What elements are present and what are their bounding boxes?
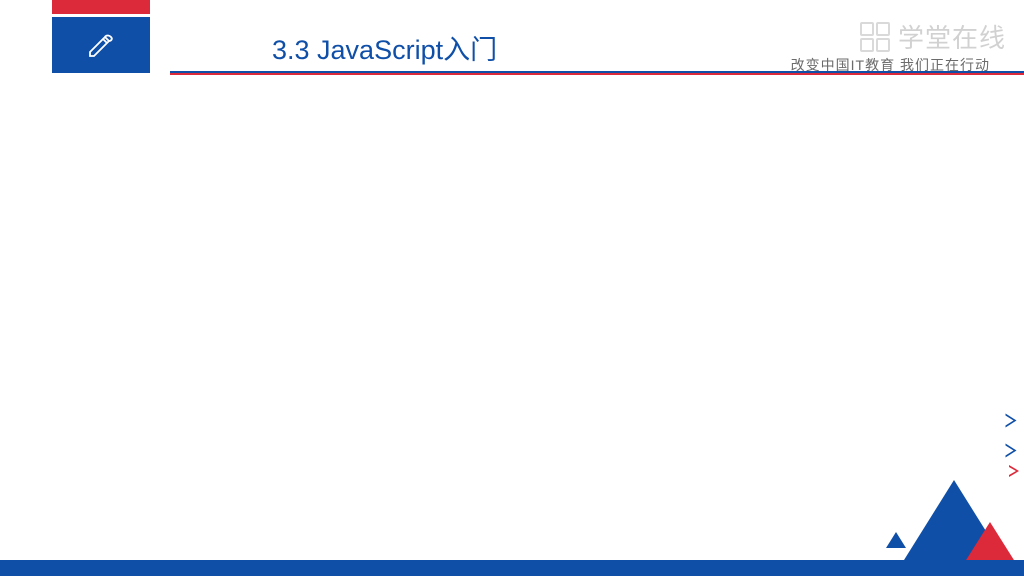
footer-bar: [0, 560, 1024, 576]
watermark: 学堂在线: [858, 18, 1006, 55]
divider-red: [170, 73, 1024, 75]
decor-arrow-red-icon: [1009, 465, 1019, 477]
decor-arrow-icon: [1006, 414, 1017, 428]
watermark-logo-icon: [858, 20, 892, 54]
decor-arrow-icon: [1006, 444, 1017, 458]
accent-red-tab: [52, 0, 150, 14]
pencil-icon: [85, 29, 117, 61]
accent-blue-tab: [52, 17, 150, 73]
slide-title: 3.3 JavaScript入门: [272, 28, 497, 67]
watermark-text: 学堂在线: [898, 18, 1006, 55]
